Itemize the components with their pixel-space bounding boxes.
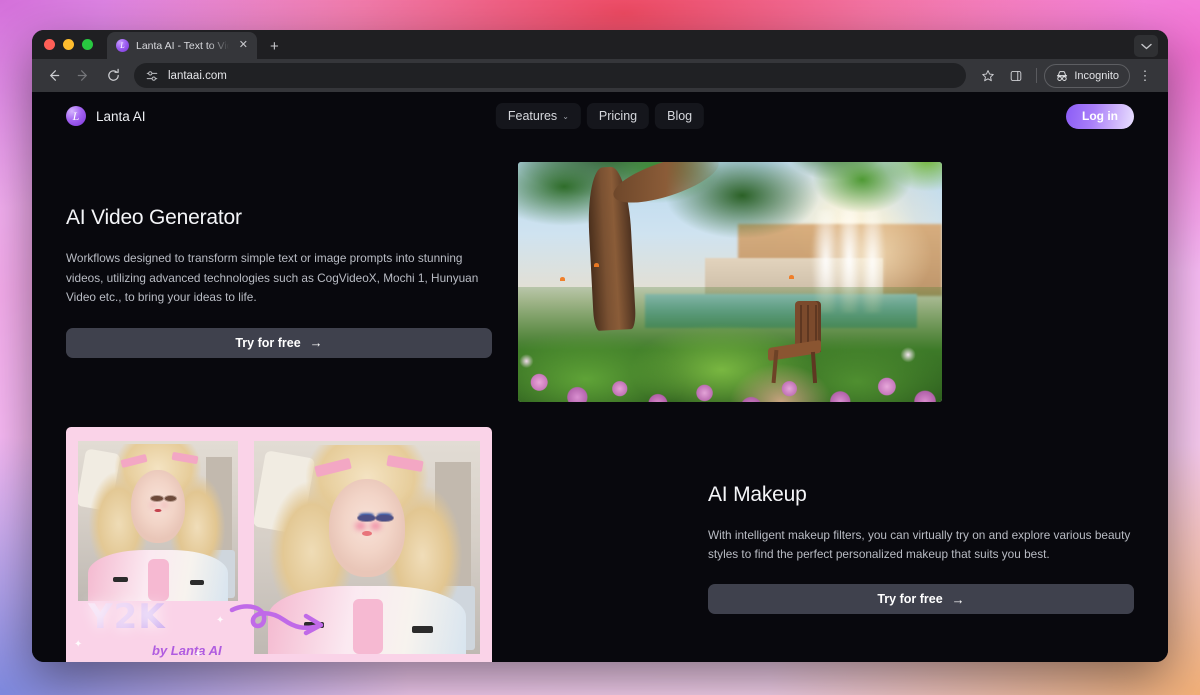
browser-tab[interactable]: L Lanta AI - Text to Video Gene ✕ bbox=[107, 32, 257, 59]
eye-right bbox=[376, 514, 394, 522]
nav-label-blog: Blog bbox=[667, 109, 693, 123]
butterfly-icon bbox=[789, 274, 795, 279]
side-panel-glyph bbox=[1011, 70, 1022, 81]
makeup-section-description: With intelligent makeup filters, you can… bbox=[708, 527, 1131, 561]
nav-item-blog[interactable]: Blog bbox=[655, 103, 705, 129]
maximize-window-button[interactable] bbox=[82, 39, 93, 50]
curved-arrow-icon bbox=[229, 604, 324, 636]
sparkle-icon: ✦ bbox=[216, 615, 225, 626]
pink-scarf bbox=[148, 559, 170, 601]
face bbox=[328, 479, 406, 578]
section-ai-makeup: Y2K by Lanta AI ✦ ✦ ✦ AI Makeup With int… bbox=[66, 427, 1134, 662]
makeup-preview-media[interactable]: Y2K by Lanta AI ✦ ✦ ✦ bbox=[66, 427, 682, 662]
flower-bed bbox=[518, 306, 942, 402]
section-ai-video-generator: AI Video Generator Workflows designed to… bbox=[66, 162, 1134, 402]
page-title: AI Video Generator bbox=[66, 206, 242, 230]
video-section-description: Workflows designed to transform simple t… bbox=[66, 251, 479, 305]
arrow-right-icon: → bbox=[309, 335, 323, 351]
tab-favicon-icon: L bbox=[116, 39, 129, 52]
garden-video-thumbnail[interactable] bbox=[518, 162, 942, 402]
video-preview-media[interactable] bbox=[518, 162, 1134, 402]
pink-scarf bbox=[353, 598, 383, 654]
star-glyph bbox=[982, 69, 995, 81]
hair-tie bbox=[190, 580, 205, 585]
butterfly-icon bbox=[594, 262, 600, 267]
arrow-right-icon bbox=[77, 70, 87, 81]
browser-tab-strip: L Lanta AI - Text to Video Gene ✕ + bbox=[32, 30, 1168, 59]
chevron-down-icon[interactable] bbox=[1134, 35, 1158, 57]
arrow-right-icon: → bbox=[951, 591, 965, 607]
close-window-button[interactable] bbox=[44, 39, 55, 50]
blush-right bbox=[160, 502, 168, 509]
brand-logo[interactable]: L Lanta AI bbox=[66, 106, 146, 126]
blush-left bbox=[149, 502, 158, 509]
address-bar[interactable]: lantaai.com bbox=[134, 63, 967, 88]
portrait-base bbox=[78, 441, 238, 601]
toolbar-actions: Incognito ⋮ bbox=[975, 63, 1158, 89]
hair-tie bbox=[113, 577, 128, 582]
before-image bbox=[78, 441, 238, 601]
forward-button[interactable] bbox=[70, 62, 97, 89]
y2k-makeup-card[interactable]: Y2K by Lanta AI ✦ ✦ ✦ bbox=[66, 427, 492, 662]
blush-left bbox=[355, 522, 367, 531]
tree-canopy-right bbox=[780, 162, 942, 220]
brand-name: Lanta AI bbox=[96, 108, 146, 124]
incognito-indicator[interactable]: Incognito bbox=[1044, 63, 1130, 88]
eye-left bbox=[151, 496, 164, 502]
main-navigation: Features ⌄ Pricing Blog bbox=[495, 103, 705, 129]
lips bbox=[154, 508, 162, 513]
lanta-logo-icon: L bbox=[66, 106, 86, 126]
new-tab-button[interactable]: + bbox=[270, 39, 279, 54]
close-tab-icon[interactable]: ✕ bbox=[236, 38, 251, 53]
chevron-down-glyph bbox=[1140, 43, 1152, 49]
logo-letter: L bbox=[72, 109, 80, 123]
tune-icon[interactable] bbox=[144, 68, 159, 83]
incognito-icon bbox=[1057, 70, 1068, 81]
y2k-headline: Y2K bbox=[88, 597, 166, 637]
browser-toolbar: lantaai.com Incognito ⋮ bbox=[32, 59, 1168, 92]
tab-title: Lanta AI - Text to Video Gene bbox=[136, 39, 229, 52]
window-controls bbox=[44, 30, 107, 59]
tab-favicon-letter: L bbox=[120, 40, 125, 50]
cta-label: Try for free bbox=[877, 592, 943, 607]
site-header: L Lanta AI Features ⌄ Pricing Blog Log i… bbox=[32, 92, 1168, 140]
sparkle-icon: ✦ bbox=[194, 649, 203, 660]
toolbar-divider bbox=[1036, 68, 1038, 83]
nav-label-pricing: Pricing bbox=[598, 109, 638, 123]
nav-item-features[interactable]: Features ⌄ bbox=[495, 103, 581, 129]
blush-right bbox=[370, 522, 381, 531]
sparkle-icon: ✦ bbox=[74, 639, 83, 650]
arrow-left-icon bbox=[50, 70, 60, 81]
back-button[interactable] bbox=[40, 62, 67, 89]
chevron-down-icon: ⌄ bbox=[562, 111, 569, 121]
try-for-free-button-makeup[interactable]: Try for free → bbox=[708, 584, 1134, 615]
nav-item-pricing[interactable]: Pricing bbox=[586, 103, 650, 129]
face bbox=[130, 469, 186, 544]
login-button[interactable]: Log in bbox=[1066, 103, 1134, 129]
lips bbox=[361, 531, 372, 537]
cta-label: Try for free bbox=[235, 335, 301, 350]
try-for-free-button-video[interactable]: Try for free → bbox=[66, 327, 492, 358]
makeup-section-text: AI Makeup With intelligent makeup filter… bbox=[708, 483, 1134, 615]
side-panel-icon[interactable] bbox=[1003, 63, 1029, 89]
eye-right bbox=[164, 496, 177, 502]
video-section-text: AI Video Generator Workflows designed to… bbox=[66, 206, 492, 358]
hair-tie bbox=[412, 626, 433, 633]
makeup-byline: by Lanta AI bbox=[152, 643, 222, 658]
minimize-window-button[interactable] bbox=[63, 39, 74, 50]
makeup-section-title: AI Makeup bbox=[708, 482, 807, 506]
page-viewport: L Lanta AI Features ⌄ Pricing Blog Log i… bbox=[32, 92, 1168, 662]
nav-label-features: Features bbox=[507, 109, 558, 123]
incognito-label: Incognito bbox=[1074, 69, 1119, 82]
eye-left bbox=[357, 514, 375, 522]
tune-glyph bbox=[146, 70, 157, 81]
browser-menu-icon[interactable]: ⋮ bbox=[1132, 63, 1158, 89]
page-content: AI Video Generator Workflows designed to… bbox=[32, 162, 1168, 662]
bookmark-star-icon[interactable] bbox=[975, 63, 1001, 89]
reload-button[interactable] bbox=[100, 62, 127, 89]
browser-window: L Lanta AI - Text to Video Gene ✕ + bbox=[32, 30, 1168, 662]
url-text: lantaai.com bbox=[168, 69, 227, 82]
reload-icon bbox=[108, 68, 119, 81]
butterfly-icon bbox=[560, 277, 566, 282]
